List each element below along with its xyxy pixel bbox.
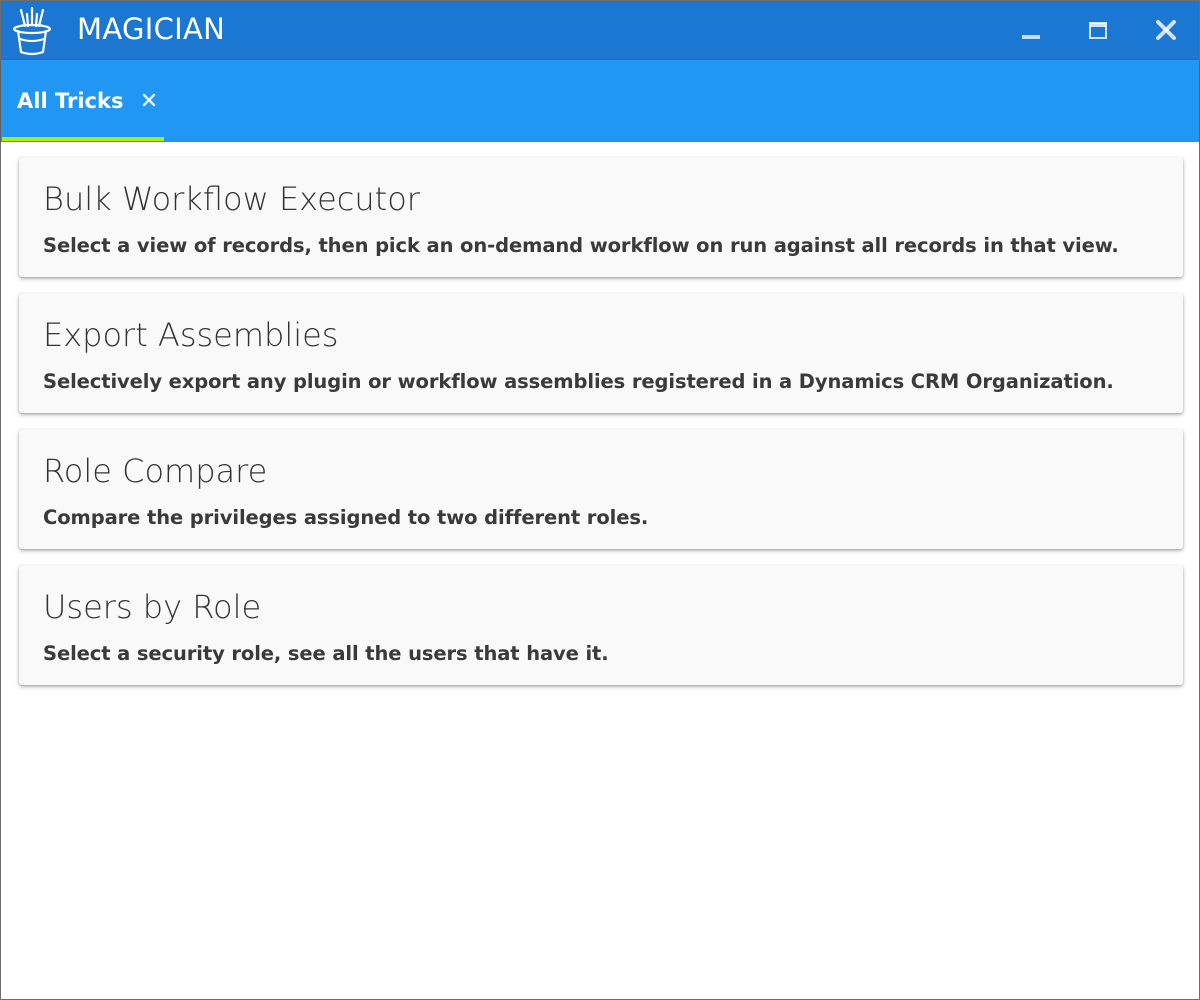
close-icon xyxy=(1146,11,1186,51)
app-window: MAGICIAN All Tricks Bulk Workflow Execut… xyxy=(0,0,1200,1000)
trick-description: Select a security role, see all the user… xyxy=(43,642,609,665)
trick-title: Export Assemblies xyxy=(43,316,339,354)
tab-all-tricks[interactable]: All Tricks xyxy=(1,60,164,141)
magic-hat-icon xyxy=(11,6,53,56)
minimize-button[interactable] xyxy=(1011,11,1051,51)
title-bar[interactable]: MAGICIAN xyxy=(1,1,1199,60)
active-tab-indicator xyxy=(2,137,164,141)
trick-description: Select a view of records, then pick an o… xyxy=(43,234,1119,257)
maximize-icon xyxy=(1078,11,1118,51)
minimize-icon xyxy=(1011,11,1051,51)
app-title: MAGICIAN xyxy=(77,12,226,46)
tab-close-button[interactable] xyxy=(137,88,161,112)
tab-bar: All Tricks xyxy=(1,60,1199,142)
trick-title: Role Compare xyxy=(43,452,268,490)
trick-card-role-compare[interactable]: Role Compare Compare the privileges assi… xyxy=(19,429,1183,549)
tricks-list: Bulk Workflow Executor Select a view of … xyxy=(1,142,1199,999)
trick-card-export-assemblies[interactable]: Export Assemblies Selectively export any… xyxy=(19,293,1183,413)
trick-card-bulk-workflow-executor[interactable]: Bulk Workflow Executor Select a view of … xyxy=(19,157,1183,277)
trick-title: Bulk Workflow Executor xyxy=(43,180,420,218)
close-icon xyxy=(137,93,161,116)
trick-description: Selectively export any plugin or workflo… xyxy=(43,370,1114,393)
trick-card-users-by-role[interactable]: Users by Role Select a security role, se… xyxy=(19,565,1183,685)
trick-description: Compare the privileges assigned to two d… xyxy=(43,506,649,529)
maximize-button[interactable] xyxy=(1078,11,1118,51)
close-window-button[interactable] xyxy=(1146,11,1186,51)
trick-title: Users by Role xyxy=(43,588,262,626)
tab-label: All Tricks xyxy=(17,89,124,113)
